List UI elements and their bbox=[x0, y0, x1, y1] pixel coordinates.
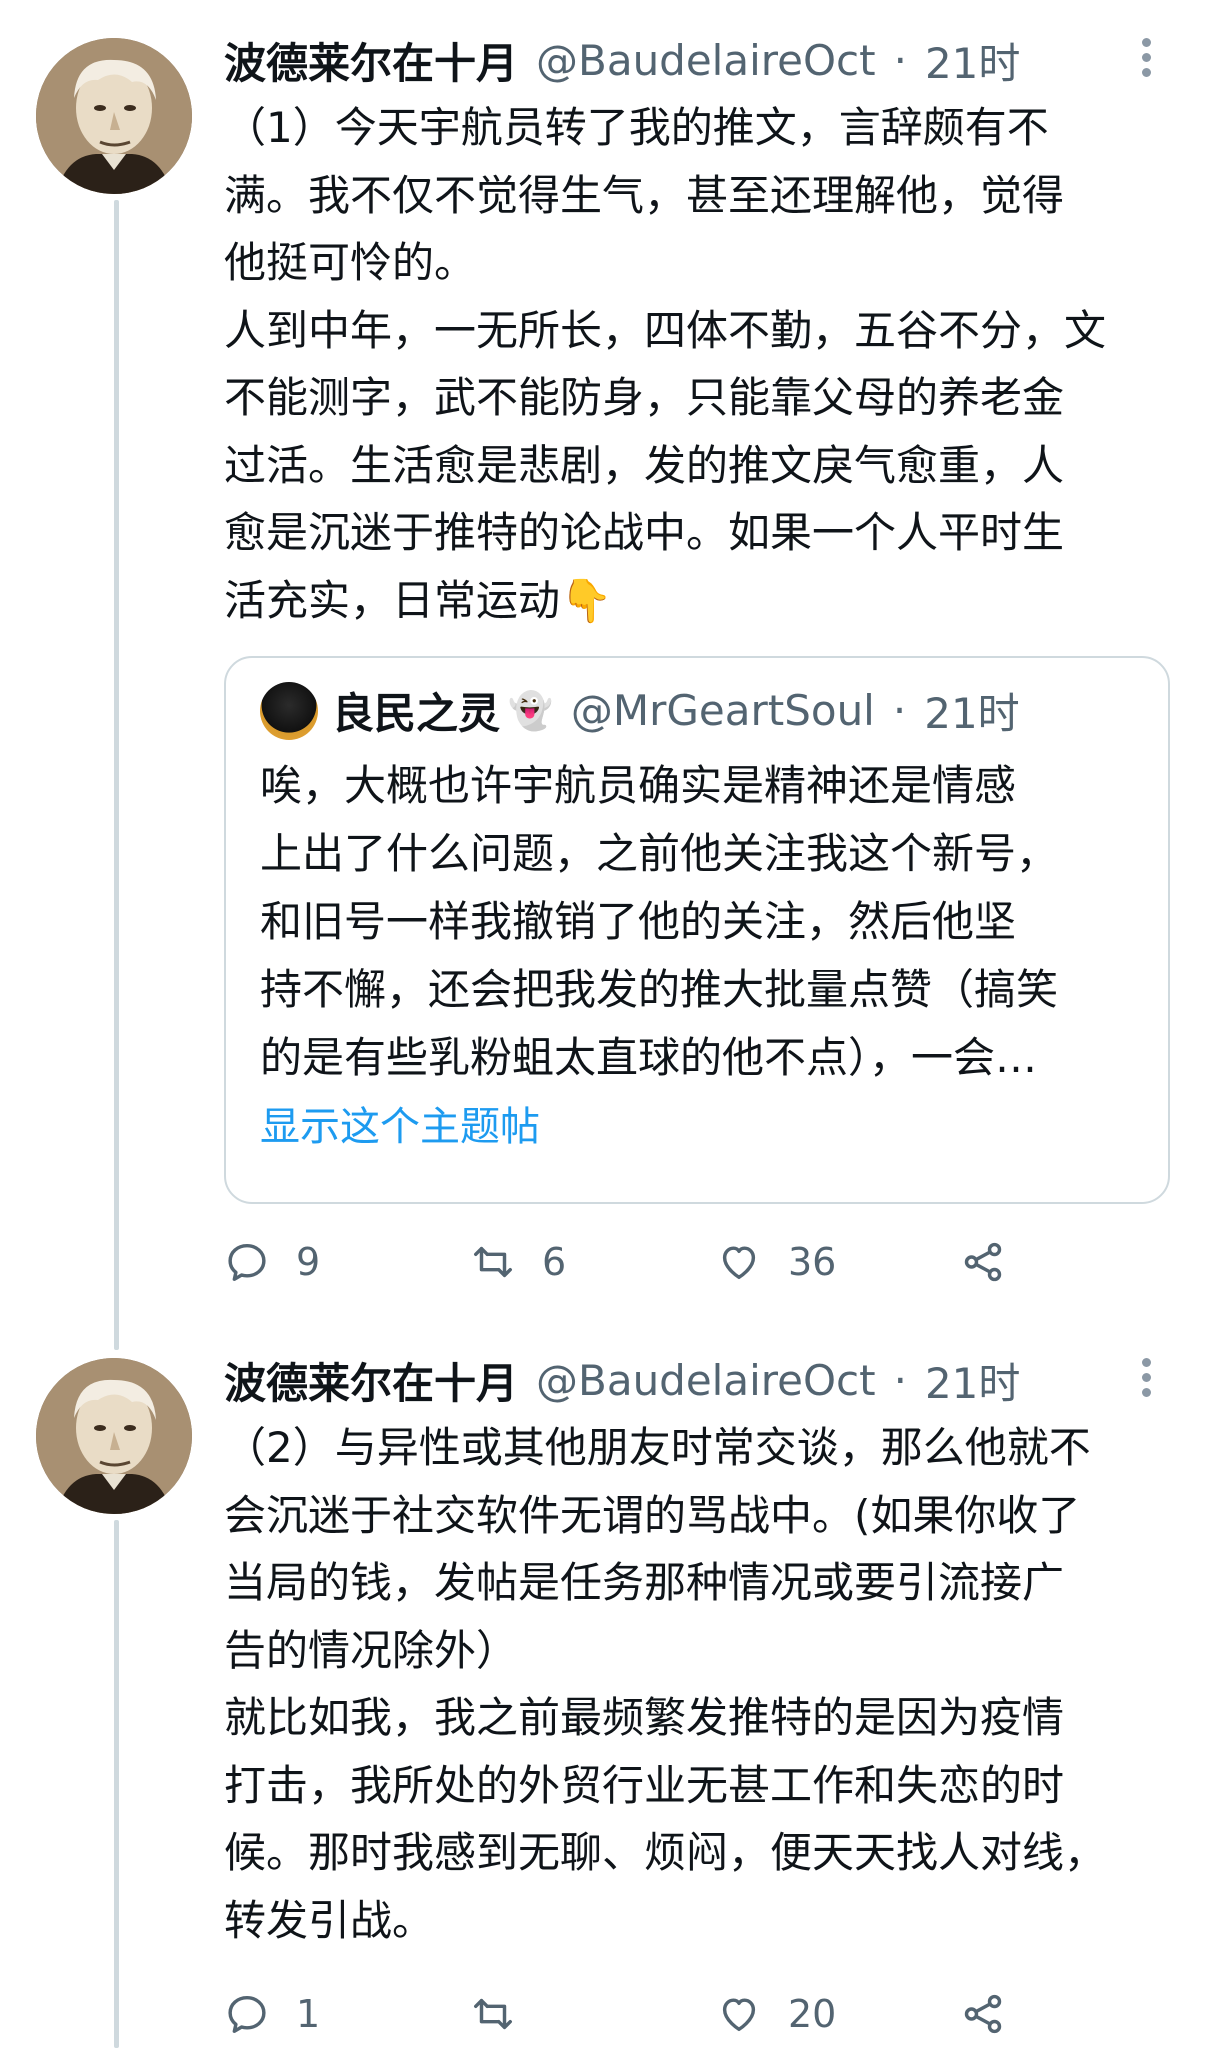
tweet-header: 波德莱尔在十月 @BaudelaireOct · 21时 bbox=[224, 1348, 1174, 1412]
tweet-2[interactable]: 波德莱尔在十月 @BaudelaireOct · 21时 （2）与异性或其他朋友… bbox=[224, 1348, 1174, 1954]
quote-header: 良民之灵 👻 @MrGeartSoul · 21时 bbox=[260, 680, 1020, 741]
reply-button[interactable]: 1 bbox=[224, 1982, 320, 2046]
thread-line-2 bbox=[114, 1520, 119, 2048]
retweet-count: 6 bbox=[542, 1240, 567, 1284]
tweet-text: （1）今天宇航员转了我的推文，言辞颇有不 满。我不仅不觉得生气，甚至还理解他，觉… bbox=[224, 94, 1174, 634]
show-thread-link[interactable]: 显示这个主题帖 bbox=[260, 1094, 540, 1152]
retweet-icon bbox=[474, 1246, 512, 1278]
ghost-emoji-icon: 👻 bbox=[508, 690, 553, 732]
retweet-icon bbox=[474, 1998, 512, 2030]
tweet-1[interactable]: 波德莱尔在十月 @BaudelaireOct · 21时 （1）今天宇航员转了我… bbox=[224, 28, 1174, 634]
like-count: 36 bbox=[788, 1240, 837, 1284]
separator-dot: · bbox=[893, 35, 907, 85]
tweet-actions: 1 20 bbox=[224, 1982, 1044, 2046]
reply-count: 1 bbox=[296, 1992, 321, 2036]
quote-text: 唉，大概也许宇航员确实是精神还是情感 上出了什么问题，之前他关注我这个新号， 和… bbox=[260, 761, 1059, 1082]
retweet-button[interactable] bbox=[470, 1982, 542, 2046]
like-button[interactable]: 20 bbox=[716, 1982, 836, 2046]
avatar[interactable] bbox=[36, 1358, 192, 1514]
quote-user-handle: @MrGeartSoul bbox=[570, 686, 875, 735]
reply-icon bbox=[228, 1995, 266, 2033]
tweet-actions: 9 6 36 bbox=[224, 1230, 1044, 1294]
heart-icon bbox=[722, 1998, 756, 2032]
like-count: 20 bbox=[788, 1992, 837, 2036]
heart-icon bbox=[722, 1246, 756, 1280]
quote-time: 21时 bbox=[924, 689, 1020, 738]
tweet-header: 波德莱尔在十月 @BaudelaireOct · 21时 bbox=[224, 28, 1174, 92]
tweet-text-content: （1）今天宇航员转了我的推文，言辞颇有不 满。我不仅不觉得生气，甚至还理解他，觉… bbox=[224, 103, 1107, 625]
tweet-time[interactable]: 21时 bbox=[925, 30, 1020, 91]
share-button[interactable] bbox=[960, 1230, 1032, 1294]
tweet-text: （2）与异性或其他朋友时常交谈，那么他就不 会沉迷于社交软件无谓的骂战中。(如果… bbox=[224, 1423, 1107, 1945]
quote-tweet-card[interactable]: 良民之灵 👻 @MrGeartSoul · 21时 唉，大概也许宇航员确实是精神… bbox=[224, 656, 1170, 1204]
quote-avatar bbox=[260, 681, 318, 740]
reply-count: 9 bbox=[296, 1240, 321, 1284]
display-name[interactable]: 波德莱尔在十月 bbox=[224, 30, 518, 91]
more-icon[interactable] bbox=[1126, 1354, 1166, 1408]
pointing-down-emoji-icon: 👇 bbox=[560, 575, 613, 625]
thread-line-1 bbox=[114, 200, 119, 1350]
portrait-image bbox=[36, 1358, 192, 1514]
avatar[interactable] bbox=[36, 38, 192, 194]
portrait-image bbox=[36, 38, 192, 194]
quote-display-name: 良民之灵 bbox=[332, 689, 501, 738]
like-button[interactable]: 36 bbox=[716, 1230, 836, 1294]
reply-button[interactable]: 9 bbox=[224, 1230, 320, 1294]
separator-dot: · bbox=[893, 1355, 907, 1405]
separator-dot: · bbox=[892, 686, 907, 735]
retweet-button[interactable]: 6 bbox=[470, 1230, 566, 1294]
share-icon bbox=[964, 1242, 1002, 1282]
user-handle[interactable]: @BaudelaireOct bbox=[536, 36, 876, 85]
more-icon[interactable] bbox=[1126, 34, 1166, 88]
display-name[interactable]: 波德莱尔在十月 bbox=[224, 1350, 518, 1411]
share-icon bbox=[964, 1994, 1002, 2034]
share-button[interactable] bbox=[960, 1982, 1032, 2046]
user-handle[interactable]: @BaudelaireOct bbox=[536, 1356, 876, 1405]
tweet-time[interactable]: 21时 bbox=[925, 1350, 1020, 1411]
reply-icon bbox=[228, 1243, 266, 1281]
